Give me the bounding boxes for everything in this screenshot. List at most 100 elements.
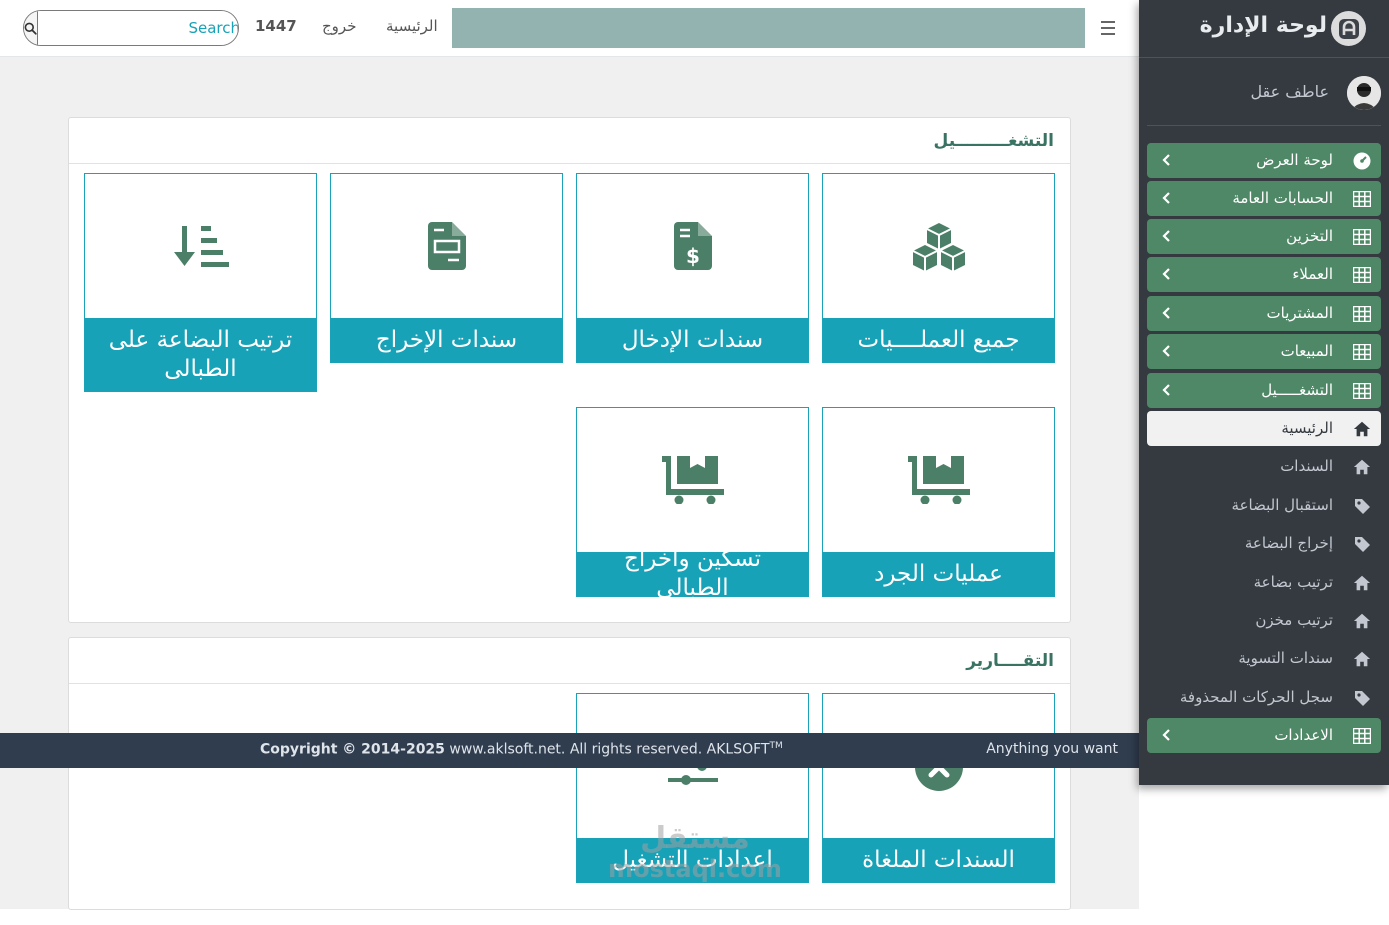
chevron-left-icon — [1162, 384, 1170, 396]
table-icon — [1353, 305, 1371, 323]
table-icon — [1353, 727, 1371, 745]
sidebar-item-customers[interactable]: العملاء — [1147, 257, 1381, 292]
file-invoice-dollar-icon: $ — [673, 222, 712, 270]
chevron-left-icon — [1162, 230, 1170, 242]
tile-pallet-putaway[interactable]: تسكين واخراج الطبالى — [576, 407, 809, 601]
home-link[interactable]: الرئيسية — [386, 17, 438, 35]
sidebar-item-label: التشغـــــيل — [1261, 381, 1333, 399]
chevron-left-icon — [1162, 192, 1170, 204]
sidebar-item-operations[interactable]: التشغـــــيل — [1147, 373, 1381, 408]
dolly-flatbed-icon — [907, 456, 970, 504]
home-icon — [1353, 420, 1371, 438]
tile-inventory-count[interactable]: عمليات الجرد — [822, 407, 1055, 597]
search-button[interactable] — [24, 11, 38, 45]
tile-label: سندات الإخراج — [331, 318, 562, 362]
tile-label: ترتيب البضاعة على الطبالى — [85, 318, 316, 391]
tile-label: تسكين واخراج الطبالى — [577, 546, 808, 601]
tile-outbound-vouchers[interactable]: سندات الإخراج — [330, 173, 563, 363]
copyright-years: Copyright © 2014-2025 — [260, 741, 445, 758]
tile-label: جميع العملــــيات — [823, 318, 1054, 362]
logout-link[interactable]: خروج — [322, 17, 356, 35]
sidebar-item-label: التخزين — [1286, 227, 1333, 245]
sidebar: لوحة الإدارة عاطف عقل لوحة العرض الحسابا… — [1139, 0, 1389, 785]
sidebar-item-general-accounts[interactable]: الحسابات العامة — [1147, 181, 1381, 216]
sidebar-item-label: ترتيب مخزن — [1255, 611, 1333, 629]
copyright-text: www.aklsoft.net. All rights reserved. AK… — [444, 741, 770, 758]
tile-cancelled-vouchers[interactable]: السندات الملغاة — [822, 693, 1055, 883]
home-icon — [1353, 458, 1371, 476]
sidebar-item-label: الرئيسية — [1281, 419, 1333, 437]
sidebar-item-arrange-goods[interactable]: ترتيب بضاعة — [1147, 565, 1381, 600]
footer: Copyright © 2014-2025 www.aklsoft.net. A… — [0, 733, 1139, 768]
footer-tagline: Anything you want — [986, 741, 1118, 757]
sidebar-item-home[interactable]: الرئيسية — [1147, 411, 1381, 446]
brand[interactable]: لوحة الإدارة — [1139, 0, 1389, 58]
sidebar-item-sales[interactable]: المبيعات — [1147, 334, 1381, 369]
avatar — [1347, 76, 1381, 110]
tag-icon — [1353, 689, 1371, 707]
tile-label: اعدادات التشغيل — [577, 838, 808, 882]
table-icon — [1353, 228, 1371, 246]
chevron-left-icon — [1162, 345, 1170, 357]
tile-label: سندات الإدخال — [577, 318, 808, 362]
search-input[interactable] — [38, 11, 238, 45]
sidebar-item-label: سجل الحركات المحذوفة — [1179, 688, 1333, 706]
table-icon — [1353, 343, 1371, 361]
tag-icon — [1353, 535, 1371, 553]
chevron-left-icon — [1162, 268, 1170, 280]
table-icon — [1353, 190, 1371, 208]
sidebar-item-dispatch-goods[interactable]: إخراج البضاعة — [1147, 526, 1381, 561]
sidebar-item-label: السندات — [1280, 457, 1333, 475]
user-name: عاطف عقل — [1250, 82, 1329, 101]
reports-title: التقــــارير — [966, 650, 1054, 671]
sidebar-item-label: استقبال البضاعة — [1231, 496, 1333, 514]
sidebar-item-label: الاعدادات — [1274, 726, 1333, 744]
sidebar-item-arrange-warehouse[interactable]: ترتيب مخزن — [1147, 603, 1381, 638]
chevron-left-icon — [1162, 307, 1170, 319]
sidebar-item-label: المبيعات — [1280, 342, 1333, 360]
search-icon — [24, 22, 37, 35]
tile-label: السندات الملغاة — [823, 838, 1054, 882]
tile-arrange-goods-pallets[interactable]: ترتيب البضاعة على الطبالى — [84, 173, 317, 392]
tile-all-operations[interactable]: جميع العملــــيات — [822, 173, 1055, 363]
menu-toggle-icon[interactable] — [1097, 17, 1119, 39]
sidebar-item-receive-goods[interactable]: استقبال البضاعة — [1147, 488, 1381, 523]
tile-operation-settings[interactable]: اعدادات التشغيل — [576, 693, 809, 883]
sidebar-item-dashboard[interactable]: لوحة العرض — [1147, 143, 1381, 178]
top-navbar: 1447 خروج الرئيسية — [0, 0, 1139, 57]
dolly-flatbed-icon — [661, 456, 724, 504]
sidebar-item-purchases[interactable]: المشتريات — [1147, 296, 1381, 331]
sidebar-item-label: سندات التسوية — [1238, 649, 1333, 667]
hijri-year: 1447 — [255, 17, 297, 35]
file-invoice-icon — [427, 222, 466, 270]
header-banner — [452, 8, 1085, 48]
sort-amount-down-icon — [173, 226, 229, 267]
sidebar-item-label: إخراج البضاعة — [1244, 534, 1333, 552]
tag-icon — [1353, 497, 1371, 515]
user-panel[interactable]: عاطف عقل — [1147, 60, 1381, 126]
sidebar-item-vouchers[interactable]: السندات — [1147, 449, 1381, 484]
tile-label: عمليات الجرد — [823, 552, 1054, 596]
chevron-left-icon — [1162, 154, 1170, 166]
brand-title: لوحة الإدارة — [1199, 13, 1327, 38]
sidebar-item-label: الحسابات العامة — [1232, 189, 1333, 207]
sidebar-item-label: المشتريات — [1266, 304, 1333, 322]
home-icon — [1353, 612, 1371, 630]
trademark: TM — [769, 741, 783, 751]
table-icon — [1353, 382, 1371, 400]
copyright: Copyright © 2014-2025 www.aklsoft.net. A… — [260, 741, 783, 758]
sidebar-item-settings[interactable]: الاعدادات — [1147, 718, 1381, 753]
svg-text:$: $ — [686, 244, 700, 268]
cubes-icon — [912, 223, 965, 271]
search-box — [23, 10, 239, 46]
home-icon — [1353, 650, 1371, 668]
sidebar-item-settlement-vouchers[interactable]: سندات التسوية — [1147, 641, 1381, 676]
chevron-left-icon — [1162, 729, 1170, 741]
home-icon — [1353, 574, 1371, 592]
sidebar-item-label: العملاء — [1292, 265, 1333, 283]
sidebar-item-storage[interactable]: التخزين — [1147, 219, 1381, 254]
sidebar-item-label: ترتيب بضاعة — [1253, 573, 1333, 591]
tile-inbound-vouchers[interactable]: $ سندات الإدخال — [576, 173, 809, 363]
sidebar-item-deleted-log[interactable]: سجل الحركات المحذوفة — [1147, 680, 1381, 715]
table-icon — [1353, 266, 1371, 284]
